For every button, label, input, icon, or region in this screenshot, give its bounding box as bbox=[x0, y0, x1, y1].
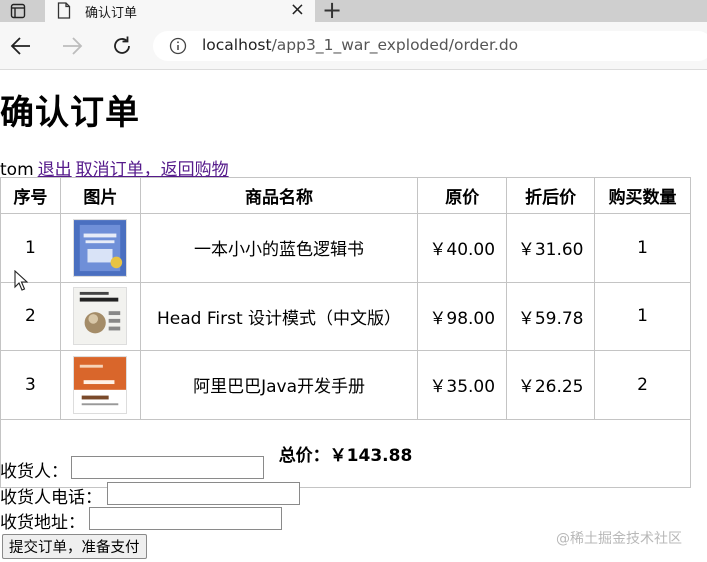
back-arrow-icon[interactable] bbox=[10, 36, 32, 56]
info-icon[interactable] bbox=[169, 37, 187, 55]
row-price: ￥98.00 bbox=[417, 281, 508, 351]
header-price: 原价 bbox=[417, 177, 508, 214]
submit-order-button[interactable]: 提交订单，准备支付 bbox=[2, 534, 147, 559]
row-name: 阿里巴巴Java开发手册 bbox=[139, 350, 419, 420]
page-content: 确认订单 tom 退出 取消订单，返回购物 序号 图片 商品名称 原价 折后价 购买… bbox=[0, 71, 707, 562]
window-menu-button[interactable] bbox=[0, 0, 36, 22]
row-image bbox=[59, 281, 141, 351]
row-no: 3 bbox=[0, 350, 61, 420]
row-name: Head First 设计模式（中文版） bbox=[139, 281, 419, 351]
row-price: ￥40.00 bbox=[417, 213, 508, 283]
row-no: 1 bbox=[0, 213, 61, 283]
watermark: @稀土掘金技术社区 bbox=[556, 531, 682, 547]
url-path: /app3_1_war_exploded/order.do bbox=[271, 36, 519, 54]
address-input[interactable] bbox=[89, 507, 282, 530]
phone-input[interactable] bbox=[107, 481, 300, 505]
url-text[interactable]: localhost/app3_1_war_exploded/order.do bbox=[202, 36, 518, 54]
row-discount: ￥26.25 bbox=[506, 350, 596, 420]
row-image bbox=[59, 213, 141, 283]
address-bar[interactable]: localhost/app3_1_war_exploded/order.do bbox=[153, 31, 707, 61]
header-image: 图片 bbox=[59, 177, 141, 214]
table-header-row: 序号 图片 商品名称 原价 折后价 购买数量 bbox=[0, 177, 691, 214]
row-image bbox=[59, 350, 141, 420]
url-host: localhost bbox=[202, 36, 272, 54]
tab-title: 确认订单 bbox=[85, 6, 138, 21]
row-no: 2 bbox=[0, 281, 61, 351]
table-row: 1 一本小小的蓝色逻辑书 ￥40.00 ￥31.60 1 bbox=[0, 213, 691, 283]
table-row: 2 Head First 设计模式（中文版） ￥98.00 ￥59.78 1 bbox=[0, 281, 691, 351]
header-no: 序号 bbox=[0, 177, 61, 214]
active-tab[interactable]: 确认订单 × bbox=[45, 0, 315, 22]
alibaba-java-cover bbox=[73, 355, 128, 414]
row-name: 一本小小的蓝色逻辑书 bbox=[139, 213, 419, 283]
new-tab-button[interactable]: + bbox=[322, 0, 342, 23]
order-table: 序号 图片 商品名称 原价 折后价 购买数量 1 一本小小的蓝色逻辑书 ￥40.… bbox=[0, 177, 691, 488]
tab-close-button[interactable]: × bbox=[290, 0, 305, 21]
mouse-cursor-icon bbox=[14, 270, 28, 291]
head-first-cover bbox=[73, 287, 128, 346]
reload-icon[interactable] bbox=[111, 35, 133, 57]
row-qty: 1 bbox=[594, 281, 691, 351]
table-row: 3 阿里巴巴Java开发手册 ￥35.00 ￥26.25 2 bbox=[0, 350, 691, 420]
page-title: 确认订单 bbox=[0, 93, 140, 133]
receiver-label: 收货人： bbox=[0, 462, 68, 482]
row-qty: 2 bbox=[594, 350, 691, 420]
page-icon bbox=[57, 2, 71, 19]
row-qty: 1 bbox=[594, 213, 691, 283]
address-label: 收货地址： bbox=[0, 513, 85, 533]
row-price: ￥35.00 bbox=[417, 350, 508, 420]
phone-label: 收货人电话： bbox=[0, 487, 102, 508]
blue-book-cover bbox=[73, 218, 128, 277]
header-discount: 折后价 bbox=[506, 177, 596, 214]
receiver-input[interactable] bbox=[71, 456, 264, 479]
window-menu-icon bbox=[10, 3, 26, 19]
header-name: 商品名称 bbox=[139, 177, 419, 214]
browser-nav-bar: localhost/app3_1_war_exploded/order.do bbox=[0, 22, 707, 70]
browser-tab-bar: 确认订单 × + bbox=[0, 0, 707, 23]
row-discount: ￥59.78 bbox=[506, 281, 596, 351]
row-discount: ￥31.60 bbox=[506, 213, 596, 283]
header-qty: 购买数量 bbox=[594, 177, 691, 214]
forward-arrow-icon[interactable] bbox=[61, 36, 83, 56]
